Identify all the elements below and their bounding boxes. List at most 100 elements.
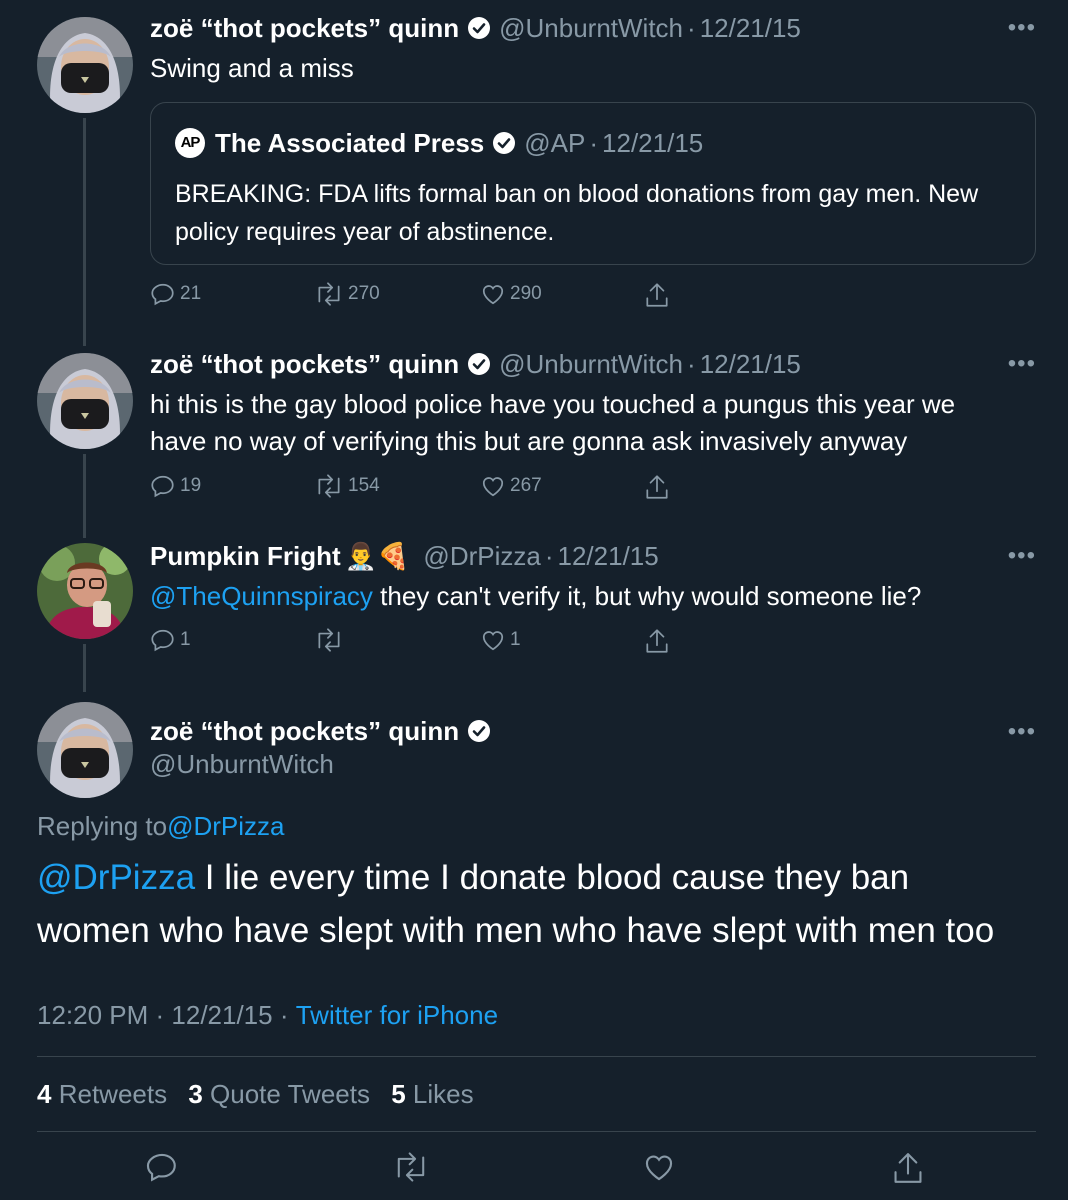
tweet-actions: 21 270 290 xyxy=(150,281,670,311)
quote-handle: @AP xyxy=(524,128,586,158)
verified-badge-icon xyxy=(467,352,491,376)
separator: · xyxy=(589,128,599,158)
retweet-button[interactable]: 270 xyxy=(314,281,380,307)
reply-count: 1 xyxy=(180,629,191,650)
verified-badge-icon xyxy=(467,16,491,40)
avatar[interactable] xyxy=(37,543,133,639)
handle[interactable]: @UnburntWitch xyxy=(499,348,683,380)
timestamp[interactable]: 12/21/15 xyxy=(700,348,801,380)
replying-to-link[interactable]: @DrPizza xyxy=(167,810,284,842)
verified-badge-icon xyxy=(467,719,491,743)
retweets-label[interactable]: Retweets xyxy=(59,1079,167,1109)
tweet-header: zoë “thot pockets” quinn xyxy=(150,715,499,747)
retweet-icon xyxy=(318,282,340,306)
share-icon xyxy=(646,475,668,499)
avatar[interactable] xyxy=(37,353,133,449)
tweet-text: @TheQuinnspiracy they can't verify it, b… xyxy=(150,578,1008,615)
quotes-label[interactable]: Quote Tweets xyxy=(210,1079,370,1109)
likes-label[interactable]: Likes xyxy=(413,1079,474,1109)
reply-button[interactable]: 21 xyxy=(150,281,201,307)
share-button[interactable] xyxy=(891,1150,925,1191)
divider xyxy=(37,1131,1036,1132)
reply-button[interactable]: 19 xyxy=(150,473,201,499)
like-button[interactable] xyxy=(642,1150,676,1189)
share-button[interactable] xyxy=(644,627,674,655)
name-emoji: 👨‍⚕️🍕 xyxy=(344,541,410,571)
replying-to: Replying to @DrPizza xyxy=(37,810,284,842)
quote-header: AP The Associated Press @AP · 12/21/15 xyxy=(175,127,703,159)
avatar[interactable] xyxy=(37,702,133,798)
reply-icon xyxy=(151,629,174,652)
handle[interactable]: @DrPizza xyxy=(423,540,540,572)
heart-icon xyxy=(645,1155,673,1181)
like-button[interactable]: 267 xyxy=(480,473,542,499)
tweet-action-bar xyxy=(0,1150,1068,1194)
more-options-icon[interactable]: ••• xyxy=(1008,16,1036,40)
quotes-count[interactable]: 3 xyxy=(188,1079,202,1109)
retweet-icon xyxy=(318,628,340,652)
tweet-text: @DrPizza I lie every time I donate blood… xyxy=(37,851,1028,957)
reply-count: 19 xyxy=(180,475,202,496)
tweet-actions: 19 154 267 xyxy=(150,473,670,503)
separator: · xyxy=(544,541,554,571)
share-icon xyxy=(646,629,668,653)
more-options-icon[interactable]: ••• xyxy=(1008,352,1036,376)
display-name[interactable]: zoë “thot pockets” quinn xyxy=(150,715,459,747)
display-name[interactable]: zoë “thot pockets” quinn xyxy=(150,348,459,380)
tweet[interactable]: zoë “thot pockets” quinn @UnburntWitch ·… xyxy=(0,0,1068,330)
reply-icon xyxy=(146,1153,176,1182)
tweet[interactable]: Pumpkin Fright 👨‍⚕️🍕 @DrPizza · 12/21/15… xyxy=(0,528,1068,668)
retweet-button[interactable] xyxy=(314,627,348,653)
quote-text: BREAKING: FDA lifts formal ban on blood … xyxy=(175,180,979,246)
timestamp[interactable]: 12:20 PM · 12/21/15 · xyxy=(37,999,296,1031)
tweet-text: Swing and a miss xyxy=(150,53,354,83)
reply-button[interactable]: 1 xyxy=(150,627,191,653)
like-count: 267 xyxy=(510,475,542,496)
retweet-button[interactable] xyxy=(392,1150,430,1189)
like-button[interactable]: 290 xyxy=(480,281,542,307)
quote-display-name: The Associated Press xyxy=(215,128,485,158)
reply-icon xyxy=(151,475,174,498)
replying-label: Replying to xyxy=(37,811,168,841)
ap-logo-icon: AP xyxy=(175,128,205,158)
mention-link[interactable]: @DrPizza xyxy=(37,858,195,897)
tweet-text: hi this is the gay blood police have you… xyxy=(150,389,956,456)
quote-tweet-card[interactable]: AP The Associated Press @AP · 12/21/15 B… xyxy=(150,102,1036,265)
likes-count[interactable]: 5 xyxy=(391,1079,405,1109)
display-name[interactable]: Pumpkin Fright xyxy=(150,540,341,572)
tweet-header: zoë “thot pockets” quinn @UnburntWitch ·… xyxy=(150,348,801,380)
retweet-button[interactable]: 154 xyxy=(314,473,380,499)
retweet-count: 154 xyxy=(348,475,380,496)
tweet-header: zoë “thot pockets” quinn @UnburntWitch ·… xyxy=(150,12,801,44)
share-button[interactable] xyxy=(644,473,674,501)
retweet-count: 270 xyxy=(348,283,380,304)
share-button[interactable] xyxy=(644,281,674,309)
heart-icon xyxy=(482,631,504,651)
verified-badge-icon xyxy=(492,131,516,155)
tweet-header: Pumpkin Fright 👨‍⚕️🍕 @DrPizza · 12/21/15 xyxy=(150,540,659,572)
quote-timestamp: 12/21/15 xyxy=(602,128,704,158)
heart-icon xyxy=(482,477,504,497)
mention-link[interactable]: @TheQuinnspiracy xyxy=(150,581,373,611)
more-options-icon[interactable]: ••• xyxy=(1008,720,1036,744)
heart-icon xyxy=(482,285,504,305)
handle[interactable]: @UnburntWitch xyxy=(499,12,683,44)
more-options-icon[interactable]: ••• xyxy=(1008,544,1036,568)
separator: · xyxy=(687,13,696,43)
handle[interactable]: @UnburntWitch xyxy=(150,748,334,780)
tweet[interactable]: zoë “thot pockets” quinn @UnburntWitch ·… xyxy=(0,336,1068,516)
divider xyxy=(37,1056,1036,1057)
reply-count: 21 xyxy=(180,283,202,304)
timestamp[interactable]: 12/21/15 xyxy=(700,12,801,44)
retweets-count[interactable]: 4 xyxy=(37,1079,51,1109)
reply-button[interactable] xyxy=(145,1150,179,1189)
focused-tweet: zoë “thot pockets” quinn @UnburntWitch •… xyxy=(0,690,1068,1200)
source-link[interactable]: Twitter for iPhone xyxy=(296,999,498,1031)
like-button[interactable]: 1 xyxy=(480,627,521,653)
share-icon xyxy=(894,1153,922,1183)
tweet-stats: 4 Retweets 3 Quote Tweets 5 Likes xyxy=(37,1079,488,1110)
retweet-icon xyxy=(397,1152,425,1182)
avatar[interactable] xyxy=(37,17,133,113)
display-name[interactable]: zoë “thot pockets” quinn xyxy=(150,12,459,44)
timestamp[interactable]: 12/21/15 xyxy=(558,540,659,572)
